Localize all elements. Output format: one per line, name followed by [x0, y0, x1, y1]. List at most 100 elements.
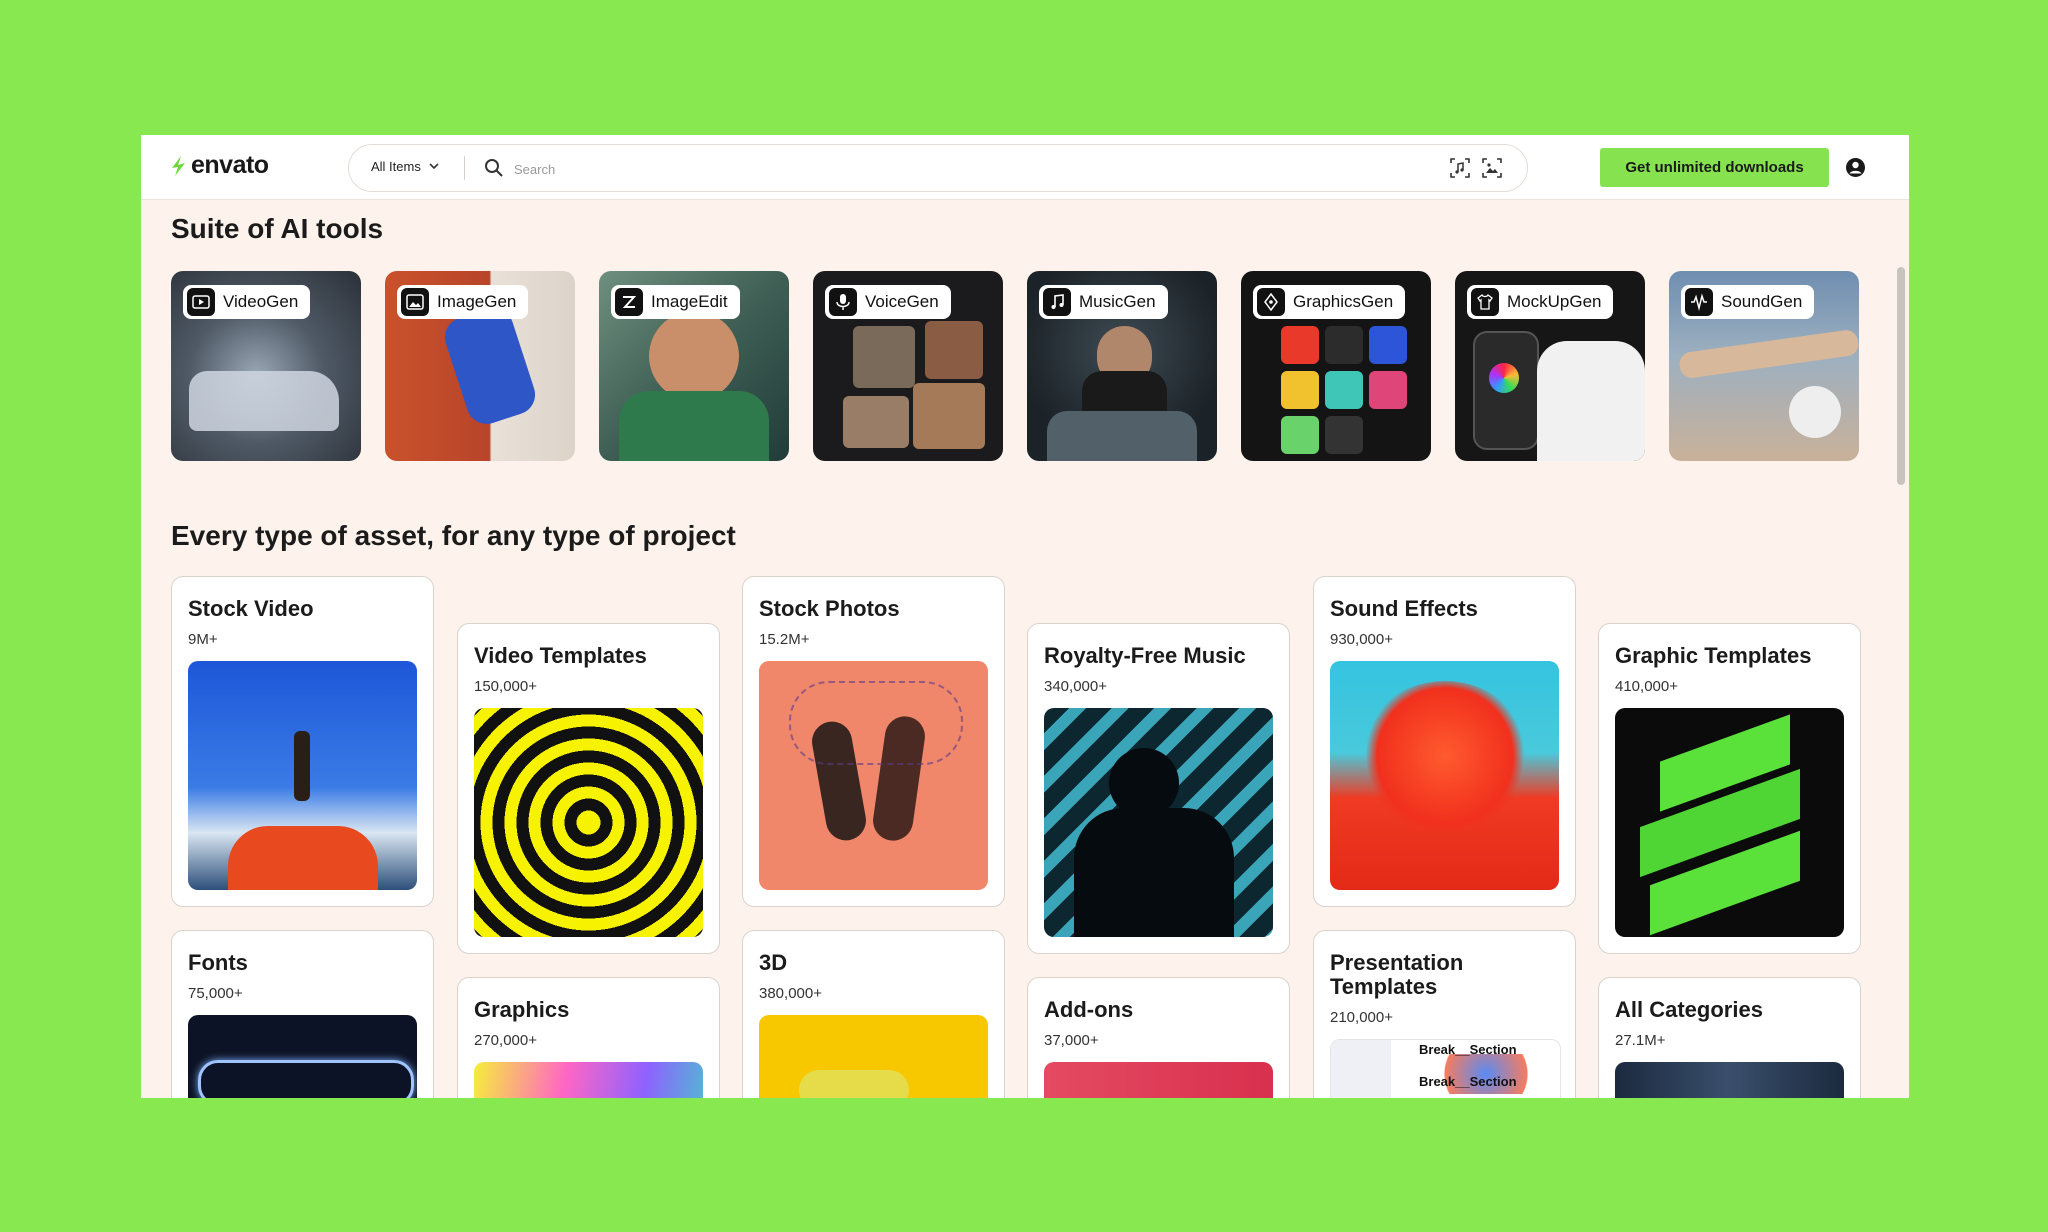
- add-ons-thumbnail: [1044, 1062, 1273, 1098]
- tool-label: MusicGen: [1079, 292, 1156, 311]
- tool-pill: SoundGen: [1681, 285, 1815, 319]
- brand-name: envato: [191, 151, 269, 179]
- ai-tools-heading: Suite of AI tools: [171, 213, 384, 244]
- get-unlimited-downloads-button[interactable]: Get unlimited downloads: [1600, 148, 1829, 187]
- category-card-royalty-free-music[interactable]: Royalty-Free Music 340,000+: [1027, 623, 1290, 954]
- card-count: 410,000+: [1615, 678, 1678, 695]
- account-icon[interactable]: [1845, 157, 1866, 178]
- search-input[interactable]: [512, 156, 1396, 182]
- tool-card-videogen[interactable]: VideoGen: [171, 271, 361, 461]
- tool-pill: MusicGen: [1039, 285, 1168, 319]
- tool-pill: GraphicsGen: [1253, 285, 1406, 319]
- card-title: Graphics: [474, 997, 570, 1022]
- sound-effects-thumbnail: [1330, 661, 1559, 890]
- pen-tool-icon: [1257, 288, 1285, 316]
- chevron-down-icon: [429, 163, 439, 170]
- tool-label: GraphicsGen: [1293, 292, 1394, 311]
- card-title: All Categories: [1615, 997, 1763, 1022]
- 3d-thumbnail: [759, 1015, 988, 1098]
- edit-icon: [615, 288, 643, 316]
- card-count: 210,000+: [1330, 1009, 1393, 1026]
- search-divider: [464, 156, 465, 180]
- category-card-video-templates[interactable]: Video Templates 150,000+: [457, 623, 720, 954]
- category-card-add-ons[interactable]: Add-ons 37,000+: [1027, 977, 1290, 1098]
- card-title: Presentation Templates: [1330, 950, 1464, 999]
- assets-heading: Every type of asset, for any type of pro…: [171, 520, 736, 551]
- card-count: 9M+: [188, 631, 218, 648]
- category-card-stock-video[interactable]: Stock Video 9M+: [171, 576, 434, 907]
- card-count: 340,000+: [1044, 678, 1107, 695]
- stock-photos-thumbnail: [759, 661, 988, 890]
- video-icon: [187, 288, 215, 316]
- envato-leaf-icon: [172, 155, 185, 176]
- page-scrollbar[interactable]: [1897, 267, 1905, 485]
- tool-label: ImageEdit: [651, 292, 728, 311]
- card-title: Add-ons: [1044, 997, 1134, 1022]
- music-note-icon: [1043, 288, 1071, 316]
- search-icon[interactable]: [484, 158, 504, 178]
- tool-pill: ImageEdit: [611, 285, 740, 319]
- tool-label: VideoGen: [223, 292, 299, 311]
- audio-search-icon[interactable]: [1449, 157, 1471, 179]
- card-count: 15.2M+: [759, 631, 810, 648]
- card-title: 3D: [759, 950, 788, 975]
- card-count: 27.1M+: [1615, 1032, 1666, 1049]
- category-card-fonts[interactable]: Fonts 75,000+: [171, 930, 434, 1098]
- waveform-icon: [1685, 288, 1713, 316]
- all-categories-thumbnail: [1615, 1062, 1844, 1098]
- card-title: Royalty-Free Music: [1044, 643, 1246, 668]
- category-card-graphics[interactable]: Graphics 270,000+: [457, 977, 720, 1098]
- site-header: envato All Items Get unlimited downloads: [141, 135, 1909, 200]
- royalty-free-music-thumbnail: [1044, 708, 1273, 937]
- category-card-all-categories[interactable]: All Categories 27.1M+: [1598, 977, 1861, 1098]
- category-card-sound-effects[interactable]: Sound Effects 930,000+: [1313, 576, 1576, 907]
- card-count: 150,000+: [474, 678, 537, 695]
- tool-pill: VideoGen: [183, 285, 311, 319]
- fonts-thumbnail: [188, 1015, 417, 1098]
- video-templates-thumbnail: [474, 708, 703, 937]
- presentation-templates-thumbnail: Break__Section Break__Section: [1330, 1039, 1561, 1098]
- thumb-line: Break__Section: [1419, 1042, 1517, 1057]
- search-bar: All Items: [348, 144, 1528, 192]
- tool-card-mockupgen[interactable]: MockUpGen: [1455, 271, 1645, 461]
- card-title: Fonts: [188, 950, 248, 975]
- tool-card-imageedit[interactable]: ImageEdit: [599, 271, 789, 461]
- graphic-templates-thumbnail: [1615, 708, 1844, 937]
- category-card-presentation-templates[interactable]: Presentation Templates 210,000+ Break__S…: [1313, 930, 1576, 1098]
- graphics-thumbnail: [474, 1062, 703, 1098]
- tool-pill: VoiceGen: [825, 285, 951, 319]
- browser-window: envato All Items Get unlimited downloads: [141, 135, 1909, 1098]
- card-title: Stock Video: [188, 596, 314, 621]
- card-title: Video Templates: [474, 643, 647, 668]
- category-card-3d[interactable]: 3D 380,000+: [742, 930, 1005, 1098]
- category-card-graphic-templates[interactable]: Graphic Templates 410,000+: [1598, 623, 1861, 954]
- tool-card-graphicsgen[interactable]: GraphicsGen: [1241, 271, 1431, 461]
- tool-card-musicgen[interactable]: MusicGen: [1027, 271, 1217, 461]
- tool-pill: ImageGen: [397, 285, 529, 319]
- image-icon: [401, 288, 429, 316]
- card-count: 930,000+: [1330, 631, 1393, 648]
- card-title: Graphic Templates: [1615, 643, 1812, 668]
- tool-card-voicegen[interactable]: VoiceGen: [813, 271, 1003, 461]
- card-count: 37,000+: [1044, 1032, 1099, 1049]
- envato-logo[interactable]: envato: [169, 151, 269, 180]
- tool-card-imagegen[interactable]: ImageGen: [385, 271, 575, 461]
- category-card-stock-photos[interactable]: Stock Photos 15.2M+: [742, 576, 1005, 907]
- tool-label: MockUpGen: [1507, 292, 1602, 311]
- card-count: 270,000+: [474, 1032, 537, 1049]
- card-count: 75,000+: [188, 985, 243, 1002]
- tool-label: ImageGen: [437, 292, 517, 311]
- tool-card-soundgen[interactable]: SoundGen: [1669, 271, 1859, 461]
- thumb-line: Break__Section: [1419, 1074, 1517, 1089]
- card-title: Sound Effects: [1330, 596, 1478, 621]
- tshirt-icon: [1471, 288, 1499, 316]
- tool-label: SoundGen: [1721, 292, 1803, 311]
- tool-label: VoiceGen: [865, 292, 939, 311]
- tool-pill: MockUpGen: [1467, 285, 1614, 319]
- image-search-icon[interactable]: [1481, 157, 1503, 179]
- filter-label: All Items: [371, 159, 421, 174]
- card-title: Stock Photos: [759, 596, 900, 621]
- card-count: 380,000+: [759, 985, 822, 1002]
- microphone-icon: [829, 288, 857, 316]
- category-filter-dropdown[interactable]: All Items: [371, 159, 439, 174]
